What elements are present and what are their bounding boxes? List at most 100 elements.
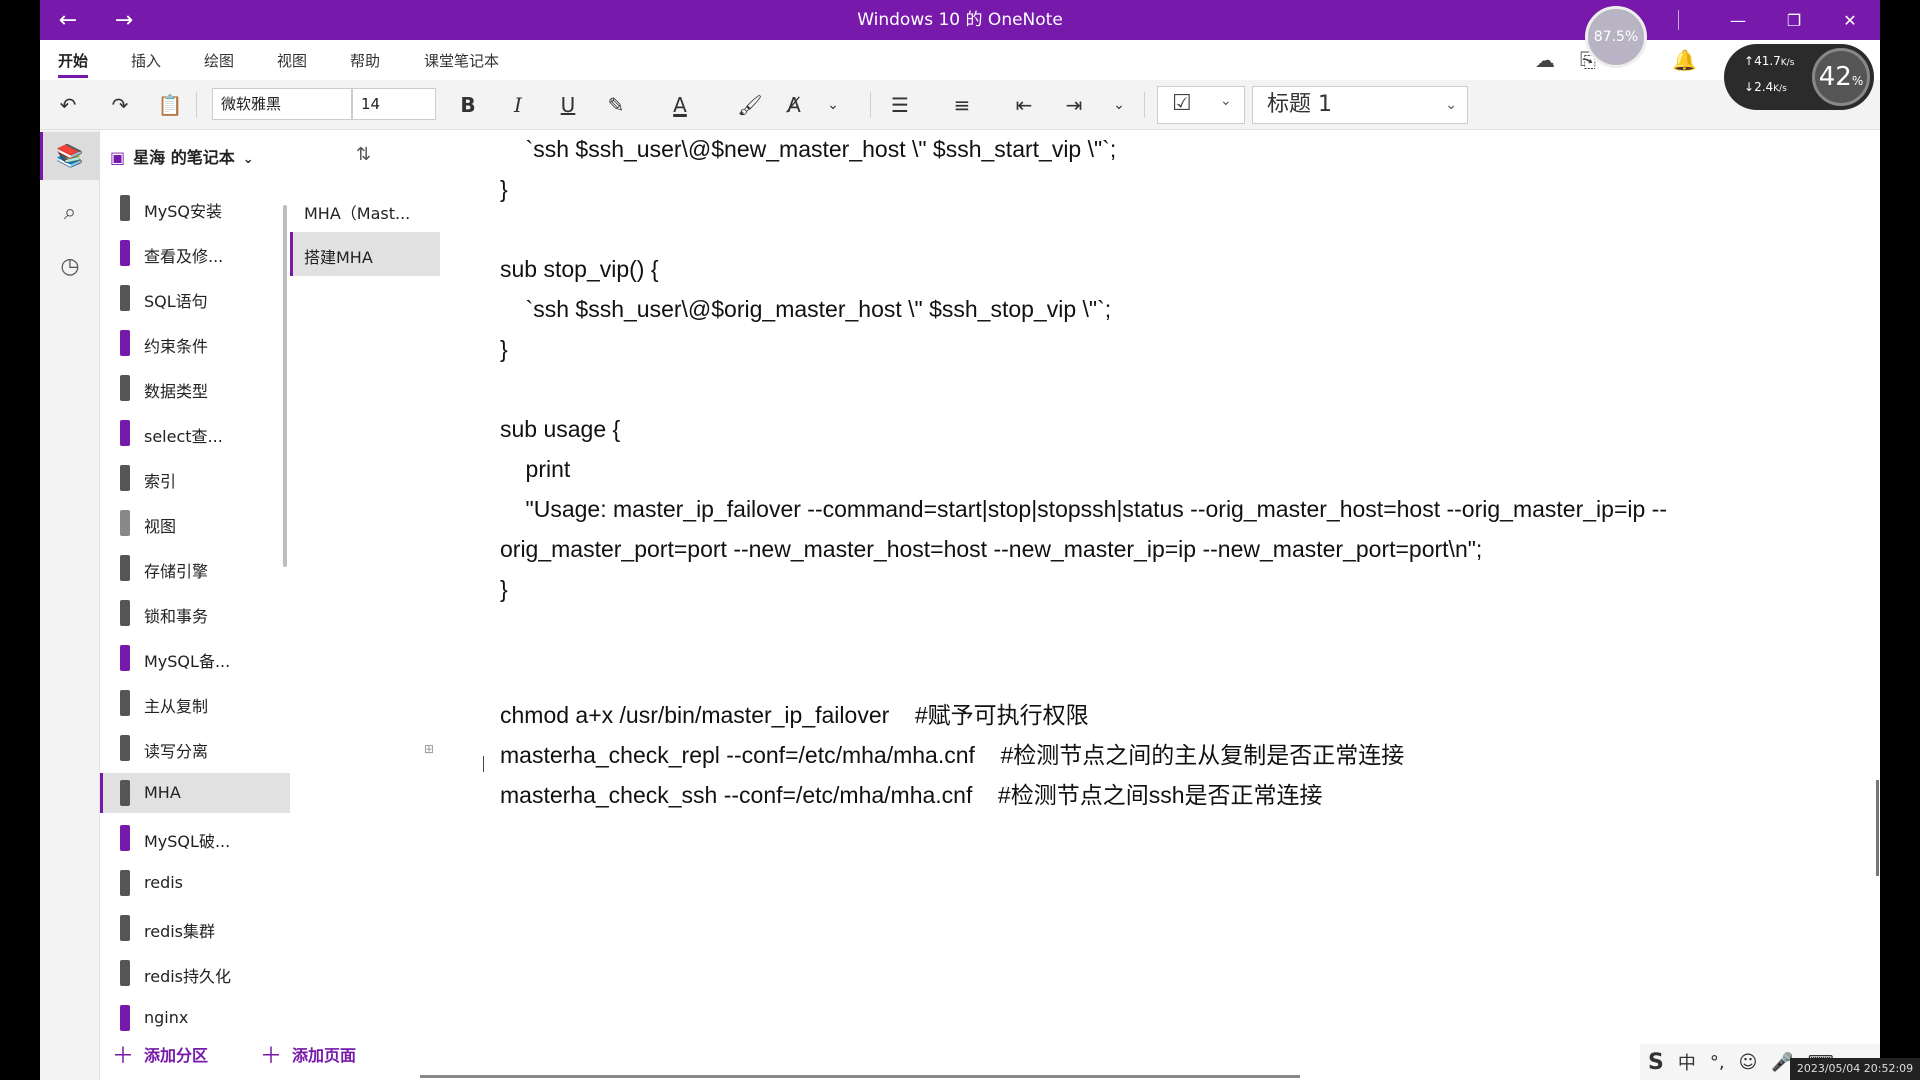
section-label: MySQL备... xyxy=(144,652,231,671)
upload-speed: ↑41.7K/s xyxy=(1744,54,1795,68)
content-line: sub usage { xyxy=(500,416,621,442)
section-item[interactable]: 索引 xyxy=(100,458,290,498)
section-label: 约束条件 xyxy=(144,337,209,356)
todo-tag-dropdown[interactable]: ☑ ⌄ xyxy=(1157,86,1245,124)
emoji-icon[interactable]: ☺ xyxy=(1739,1052,1758,1073)
section-item[interactable]: MySQ安装 xyxy=(100,188,290,228)
content-line: masterha_check_repl --conf=/etc/mha/mha.… xyxy=(500,742,1405,768)
section-color-tab xyxy=(120,780,130,806)
plus-icon: ＋ xyxy=(112,1044,135,1069)
cpu-percent: 42% xyxy=(1812,48,1870,106)
section-color-tab xyxy=(120,870,130,896)
section-label: 主从复制 xyxy=(144,697,209,716)
notebook-name: 星海 的笔记本 xyxy=(133,148,235,167)
underline-button[interactable]: U xyxy=(550,90,586,120)
section-item[interactable]: 视图 xyxy=(100,503,290,543)
add-page-button[interactable]: ＋ 添加页面 xyxy=(260,1038,356,1070)
close-icon[interactable]: ✕ xyxy=(1822,0,1878,40)
section-item[interactable]: 数据类型 xyxy=(100,368,290,408)
paragraph-handle-icon[interactable]: ⊞ xyxy=(424,742,434,756)
page-content[interactable]: `ssh $ssh_user\@$new_master_host \" $ssh… xyxy=(460,130,1860,1070)
tab-draw[interactable]: 绘图 xyxy=(204,48,234,74)
recent-clock-icon[interactable]: ◷ xyxy=(40,242,100,290)
notebook-icon: ▣ xyxy=(110,148,126,167)
section-label: 锁和事务 xyxy=(144,607,209,626)
font-size-input[interactable]: 14 xyxy=(352,88,436,120)
content-line: } xyxy=(500,576,508,602)
section-item[interactable]: 约束条件 xyxy=(100,323,290,363)
section-color-tab xyxy=(120,825,130,851)
minimize-icon[interactable]: — xyxy=(1710,0,1766,40)
clear-format-icon[interactable]: A̸ xyxy=(776,90,812,120)
numbered-list-icon[interactable]: ≡ xyxy=(944,90,980,120)
style-value: 标题 1 xyxy=(1267,92,1332,117)
section-item[interactable]: SQL语句 xyxy=(100,278,290,318)
section-item[interactable]: redis集群 xyxy=(100,908,290,948)
section-item[interactable]: 查看及修... xyxy=(100,233,290,273)
section-item[interactable]: 主从复制 xyxy=(100,683,290,723)
section-item[interactable]: nginx xyxy=(100,998,290,1038)
section-label: MySQL破... xyxy=(144,832,231,851)
user-avatar[interactable]: 87.5% xyxy=(1585,6,1647,68)
sync-icon[interactable]: ☁ xyxy=(1535,48,1555,72)
bullet-list-icon[interactable]: ☰ xyxy=(882,90,918,120)
section-item[interactable]: MySQL破... xyxy=(100,818,290,858)
section-item[interactable]: 读写分离 xyxy=(100,728,290,768)
punctuation-icon[interactable]: °, xyxy=(1710,1052,1725,1073)
section-label: 存储引擎 xyxy=(144,562,209,581)
section-color-tab xyxy=(120,195,130,221)
style-dropdown[interactable]: 标题 1 ⌄ xyxy=(1252,86,1468,124)
tab-class-notebook[interactable]: 课堂笔记本 xyxy=(424,48,499,74)
section-label: nginx xyxy=(144,1008,189,1027)
section-item[interactable]: 锁和事务 xyxy=(100,593,290,633)
content-line: print xyxy=(500,456,571,482)
italic-button[interactable]: I xyxy=(500,90,536,120)
section-color-tab xyxy=(120,690,130,716)
tab-insert[interactable]: 插入 xyxy=(131,48,161,74)
section-item[interactable]: 存储引擎 xyxy=(100,548,290,588)
more-paragraph-chevron-icon[interactable]: ⌄ xyxy=(1104,90,1134,120)
bold-button[interactable]: B xyxy=(450,90,486,120)
section-item[interactable]: MHA xyxy=(100,773,290,813)
page-item[interactable]: MHA（Mast... xyxy=(290,188,440,232)
section-item[interactable]: MySQL备... xyxy=(100,638,290,678)
increase-indent-icon[interactable]: ⇥ xyxy=(1056,90,1092,120)
section-item[interactable]: redis持久化 xyxy=(100,953,290,993)
section-label: SQL语句 xyxy=(144,292,208,311)
section-item[interactable]: redis xyxy=(100,863,290,903)
font-name-input[interactable]: 微软雅黑 xyxy=(212,88,352,120)
section-scrollbar[interactable] xyxy=(283,205,287,567)
content-line: `ssh $ssh_user\@$orig_master_host \" $ss… xyxy=(500,296,1112,322)
sort-pages-icon[interactable]: ⇅ xyxy=(356,144,371,165)
horizontal-scrollbar[interactable] xyxy=(420,1075,1300,1078)
tab-view[interactable]: 视图 xyxy=(277,48,307,74)
bell-icon[interactable]: 🔔 xyxy=(1672,48,1697,72)
ime-language[interactable]: 中 xyxy=(1678,1049,1696,1075)
page-item[interactable]: 搭建MHA xyxy=(290,232,440,276)
highlight-icon[interactable]: ✎ xyxy=(598,90,634,120)
redo-icon[interactable]: ↷ xyxy=(102,90,138,120)
section-color-tab xyxy=(120,510,130,536)
section-color-tab xyxy=(120,600,130,626)
font-color-icon[interactable]: A xyxy=(662,90,698,120)
notebook-selector[interactable]: ▣ 星海 的笔记本 ⌄ xyxy=(110,144,254,168)
content-line: } xyxy=(500,176,508,202)
tab-help[interactable]: 帮助 xyxy=(350,48,380,74)
add-section-button[interactable]: ＋ 添加分区 xyxy=(112,1038,208,1070)
chevron-down-icon: ⌄ xyxy=(1220,93,1232,109)
section-label: 视图 xyxy=(144,517,177,536)
plus-icon: ＋ xyxy=(260,1044,283,1069)
vertical-scrollbar[interactable] xyxy=(1876,780,1879,876)
format-painter-icon[interactable]: 🖌 xyxy=(732,90,768,120)
more-format-chevron-icon[interactable]: ⌄ xyxy=(818,90,848,120)
sogou-icon[interactable]: S xyxy=(1648,1050,1664,1075)
decrease-indent-icon[interactable]: ⇤ xyxy=(1006,90,1042,120)
restore-icon[interactable]: ❐ xyxy=(1766,0,1822,40)
undo-icon[interactable]: ↶ xyxy=(50,90,86,120)
clipboard-icon[interactable]: 📋 xyxy=(152,90,188,120)
search-icon[interactable]: ⌕ xyxy=(40,188,100,236)
notebooks-icon[interactable]: 📚 xyxy=(40,132,100,180)
section-item[interactable]: select查... xyxy=(100,413,290,453)
ribbon-separator xyxy=(196,92,197,118)
tab-home[interactable]: 开始 xyxy=(58,48,89,78)
